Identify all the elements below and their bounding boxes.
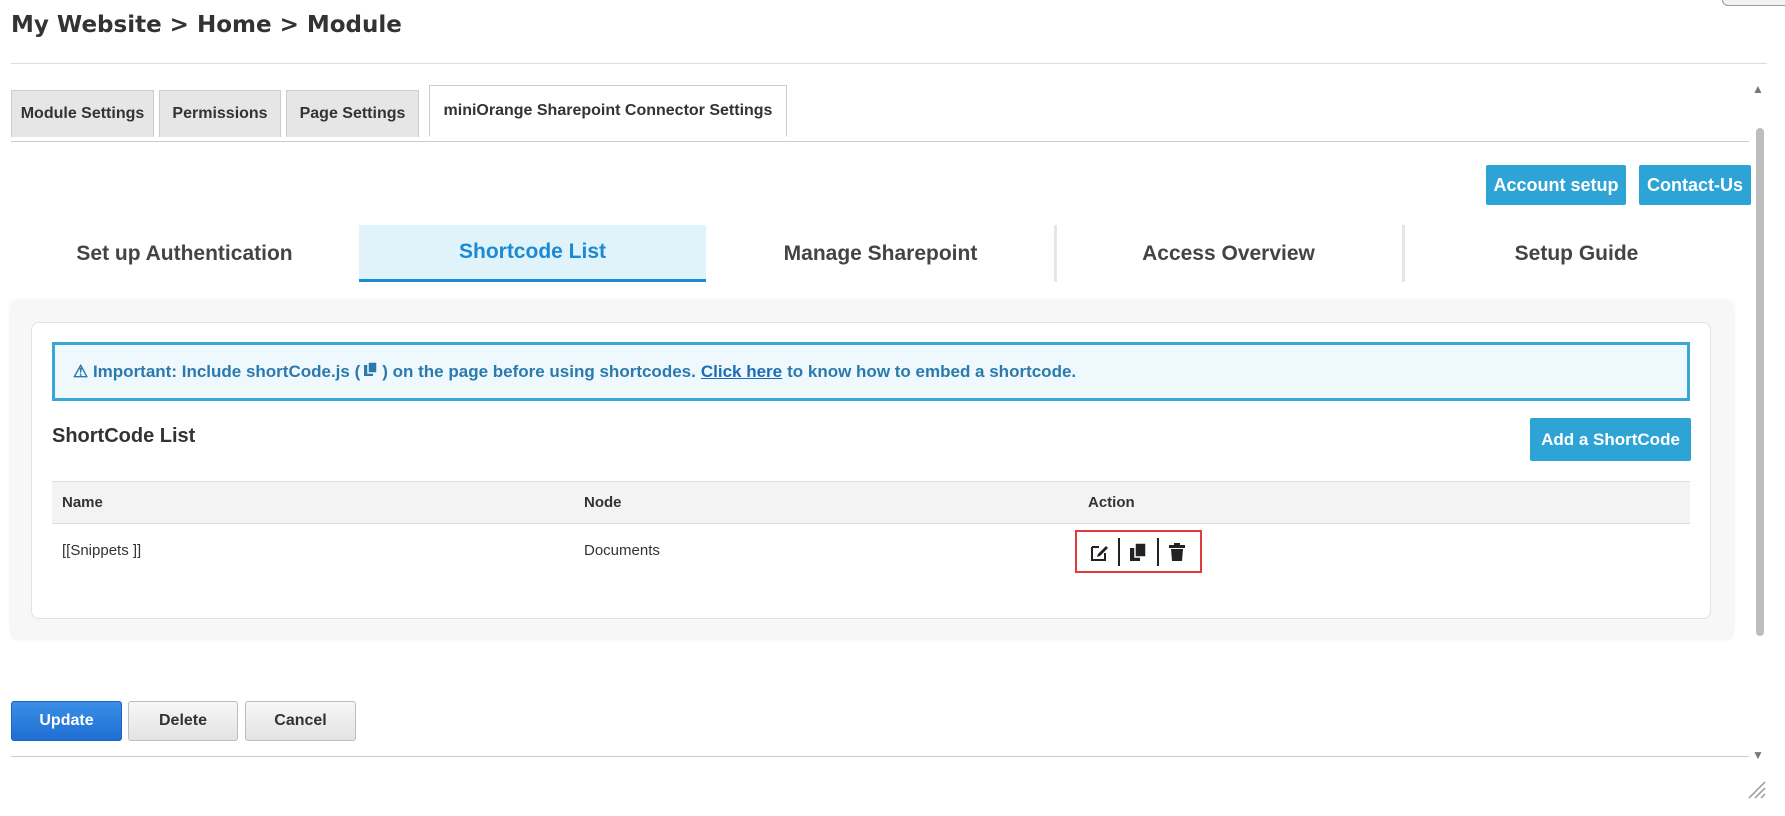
column-header-name: Name bbox=[62, 494, 103, 511]
important-notice: ⚠ Important: Include shortCode.js ( ) on… bbox=[52, 342, 1690, 401]
edit-icon[interactable] bbox=[1089, 541, 1111, 563]
column-header-action: Action bbox=[1088, 494, 1135, 511]
scrollbar-thumb[interactable] bbox=[1756, 128, 1764, 636]
module-tabs: Module Settings Permissions Page Setting… bbox=[11, 85, 1749, 142]
row-node: Documents bbox=[584, 541, 660, 559]
notice-middle: ) on the page before using shortcodes. bbox=[382, 361, 696, 381]
tab-setup-authentication[interactable]: Set up Authentication bbox=[11, 225, 358, 282]
divider bbox=[11, 63, 1767, 64]
notice-suffix: to know how to embed a shortcode. bbox=[787, 361, 1077, 381]
tab-setup-guide[interactable]: Setup Guide bbox=[1403, 225, 1750, 282]
tab-shortcode-list[interactable]: Shortcode List bbox=[359, 225, 706, 282]
tab-permissions[interactable]: Permissions bbox=[159, 90, 281, 137]
window-corner-control bbox=[1722, 0, 1785, 6]
shortcode-list-title: ShortCode List bbox=[52, 425, 196, 447]
divider bbox=[11, 756, 1749, 757]
trash-icon[interactable] bbox=[1166, 541, 1188, 563]
copy-icon[interactable] bbox=[1127, 541, 1149, 563]
tab-manage-sharepoint[interactable]: Manage Sharepoint bbox=[707, 225, 1054, 282]
add-shortcode-button[interactable]: Add a ShortCode bbox=[1530, 418, 1691, 461]
inner-tabs: Set up Authentication Shortcode List Man… bbox=[11, 225, 1749, 282]
tab-page-settings[interactable]: Page Settings bbox=[286, 90, 419, 137]
row-name: [[Snippets ]] bbox=[62, 541, 142, 559]
tab-module-settings[interactable]: Module Settings bbox=[11, 90, 154, 137]
account-setup-button[interactable]: Account setup bbox=[1486, 165, 1626, 205]
resize-grip-icon[interactable] bbox=[1745, 778, 1767, 800]
action-separator bbox=[1156, 537, 1159, 566]
delete-button[interactable]: Delete bbox=[128, 701, 238, 741]
copy-icon[interactable] bbox=[362, 360, 380, 383]
notice-prefix: ⚠ Important: Include shortCode.js ( bbox=[73, 361, 361, 381]
tab-access-overview[interactable]: Access Overview bbox=[1055, 225, 1402, 282]
row-actions bbox=[1075, 530, 1202, 573]
contact-us-button[interactable]: Contact-Us bbox=[1639, 165, 1751, 205]
tab-miniorange-settings[interactable]: miniOrange Sharepoint Connector Settings bbox=[429, 85, 787, 137]
scroll-up-arrow-icon[interactable]: ▲ bbox=[1752, 82, 1764, 96]
update-button[interactable]: Update bbox=[11, 701, 122, 741]
breadcrumb: My Website > Home > Module bbox=[11, 12, 402, 38]
table-row: [[Snippets ]] Documents bbox=[52, 524, 1690, 576]
scroll-down-arrow-icon[interactable]: ▼ bbox=[1752, 748, 1764, 762]
column-header-node: Node bbox=[584, 494, 622, 511]
action-separator bbox=[1118, 537, 1121, 566]
table-header: Name Node Action bbox=[52, 481, 1690, 524]
click-here-link[interactable]: Click here bbox=[701, 362, 782, 382]
cancel-button[interactable]: Cancel bbox=[245, 701, 356, 741]
